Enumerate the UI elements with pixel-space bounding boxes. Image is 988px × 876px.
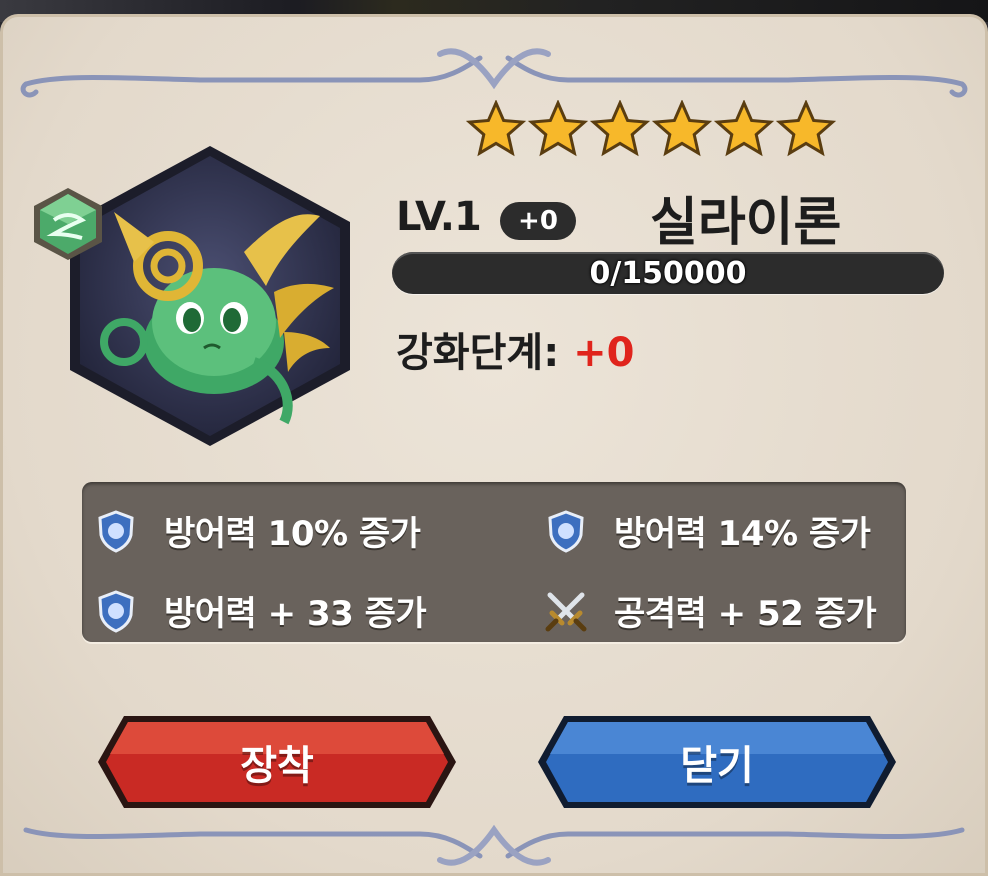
star-icon [466, 100, 526, 157]
star-icon [528, 100, 588, 157]
stat-text: 방어력 + 33 증가 [164, 594, 427, 634]
star-icon [714, 100, 774, 157]
shield-icon [98, 589, 134, 633]
upgrade-badge: +0 [500, 202, 576, 240]
level-label: LV.1 [396, 194, 482, 240]
equip-button-label: 장착 [240, 743, 314, 789]
stat-row: 공격력 + 52 증가 [544, 586, 877, 635]
stat-text: 방어력 14% 증가 [614, 514, 871, 554]
star-icon [590, 100, 650, 157]
stats-panel: 방어력 10% 증가 방어력 14% 증가 방어력 + 33 증가 공격력 + … [82, 482, 906, 642]
equip-button[interactable]: 장착 [94, 712, 460, 812]
character-portrait [70, 146, 350, 446]
enhance-label: 강화단계: [396, 330, 560, 376]
element-gem-icon [34, 188, 102, 260]
close-button-label: 닫기 [680, 743, 754, 789]
crossed-swords-icon [545, 592, 587, 631]
enhance-stage: 강화단계: +0 [396, 320, 635, 378]
character-name: 실라이론 [650, 193, 842, 253]
stat-row: 방어력 + 33 증가 [94, 586, 427, 635]
experience-text: 0/150000 [589, 255, 747, 291]
stat-text: 공격력 + 52 증가 [614, 594, 877, 634]
star-icon [652, 100, 712, 157]
bottom-ornament [23, 824, 965, 866]
shield-icon [98, 509, 134, 553]
top-ornament [20, 48, 968, 98]
experience-bar: 0/150000 [392, 252, 944, 294]
close-button[interactable]: 닫기 [534, 712, 900, 812]
star-rating [466, 100, 838, 160]
stat-row: 방어력 14% 증가 [544, 506, 871, 555]
stat-text: 방어력 10% 증가 [164, 514, 421, 554]
star-icon [776, 100, 836, 157]
stat-row: 방어력 10% 증가 [94, 506, 421, 555]
shield-icon [548, 509, 584, 553]
enhance-value: +0 [573, 330, 635, 376]
